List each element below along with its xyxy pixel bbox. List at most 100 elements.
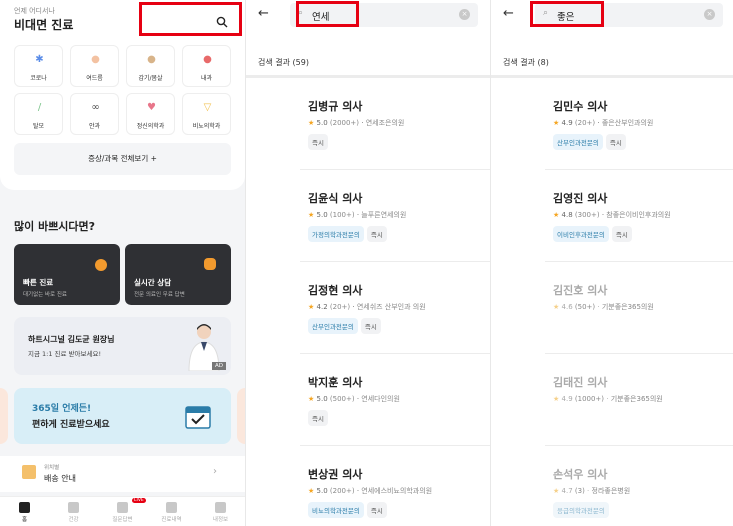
review-count: (20+): [574, 119, 596, 127]
rating-value: 4.7: [561, 487, 573, 495]
review-count: (50+): [574, 303, 596, 311]
star-icon: ★: [308, 211, 317, 219]
doctor-card[interactable]: 김윤식 의사 ★ 5.0 (100+) · 늘푸른연세의원 가정의학과전문의 즉시: [300, 170, 490, 262]
doctor-name: 김병규 의사: [308, 100, 363, 113]
back-arrow-icon[interactable]: ←: [258, 6, 269, 21]
rating-value: 5.0: [316, 395, 328, 403]
category-5[interactable]: ∞ 안과: [70, 93, 119, 135]
home-panel: 언제 어디서나 비대면 진료 ✱ 코로나 ● 여드름 ● 감기/몸살 ● 내과 / 탈모 ∞ 안과 ♥ 정…: [0, 0, 245, 526]
category-6[interactable]: ♥ 정신의학과: [126, 93, 175, 135]
doctor-tags: 즉시: [308, 134, 328, 150]
star-icon: ★: [308, 395, 317, 403]
doctor-card[interactable]: 김병규 의사 ★ 5.0 (2000+) · 연세조은의원즉시: [300, 78, 490, 170]
tab-3[interactable]: 진료내역: [147, 497, 196, 526]
star-icon: ★: [308, 303, 317, 311]
urology-icon: ▽: [203, 102, 212, 113]
lungs-icon: ●: [203, 54, 212, 65]
tab-label: 내정보: [212, 517, 229, 523]
doctor-ad-banner[interactable]: 하트시그널 김도균 원장님 지금 1:1 진료 받아보세요! AD: [14, 317, 231, 375]
delivery-label: 위치별: [44, 465, 60, 471]
chat-card-desc: 전문 의료인 무료 답변: [134, 292, 185, 298]
anytime-banner[interactable]: 365일 언제든! 편하게 진료받으세요: [14, 388, 231, 444]
tab-label: 질문답변: [112, 517, 133, 523]
doctor-ad-line1: 하트시그널 김도균 원장님: [28, 335, 115, 344]
doctor-rating-row: ★ 4.9 (20+) · 좋은산부인과의원: [553, 118, 653, 128]
result-count: 검색 결과 (8): [503, 58, 549, 67]
doctor-card[interactable]: 손석우 의사 ★ 4.7 (3) · 정라좋은병원 응급의학과전문의: [545, 446, 733, 526]
doctor-card[interactable]: 변상권 의사 ★ 5.0 (200+) · 연세에스비뇨의학과의원 비뇨의학과전문의…: [300, 446, 490, 526]
doctor-rating-row: ★ 5.0 (500+) · 연세다인의원: [308, 394, 400, 404]
delivery-title: 배송 안내: [44, 474, 76, 483]
doctor-tag: 즉시: [360, 318, 381, 334]
virus-icon: ✱: [35, 54, 44, 65]
search-panel-1: ← ⌕ 연세 × 검색 결과 (59) 김병규 의사 ★ 5.0 (2000+) …: [245, 0, 490, 526]
tab-0[interactable]: 홈: [0, 497, 49, 526]
category-label: 정신의학과: [136, 123, 165, 130]
review-count: (2000+): [329, 119, 360, 127]
review-count: (100+): [329, 211, 355, 219]
category-0[interactable]: ✱ 코로나: [14, 45, 63, 87]
category-7[interactable]: ▽ 비뇨의학과: [182, 93, 231, 135]
doctor-rating-row: ★ 5.0 (2000+) · 연세조은의원: [308, 118, 404, 128]
category-label: 감기/몸살: [138, 75, 163, 82]
rating-value: 4.9: [561, 395, 573, 403]
chat-bubble-icon: [204, 258, 216, 270]
tab-4[interactable]: 내정보: [196, 497, 245, 526]
category-3[interactable]: ● 내과: [182, 45, 231, 87]
tab-label: 건강: [68, 517, 79, 523]
separator-dot: ·: [595, 303, 602, 311]
category-2[interactable]: ● 감기/몸살: [126, 45, 175, 87]
doctor-tags: 산부인과전문의 즉시: [553, 134, 626, 150]
back-arrow-icon[interactable]: ←: [503, 6, 514, 21]
hospital-name: 좋은산부인과의원: [601, 119, 654, 127]
doctor-card[interactable]: 박지훈 의사 ★ 5.0 (500+) · 연세다인의원 즉시: [300, 354, 490, 446]
delivery-info-row[interactable]: 위치별 배송 안내 ›: [0, 456, 245, 492]
doctor-rating-row: ★ 5.0 (100+) · 늘푸른연세의원: [308, 210, 406, 220]
doctor-rating-row: ★ 4.2 (20+) · 연세쉬즈 산부인과 의원: [308, 302, 426, 312]
doctor-card[interactable]: 김진호 의사 ★ 4.6 (50+) · 기분좋은365의원: [545, 262, 733, 354]
category-4[interactable]: / 탈모: [14, 93, 63, 135]
tab-2[interactable]: 질문답변 LIVE: [98, 497, 147, 526]
rating-value: 5.0: [316, 119, 328, 127]
clear-icon[interactable]: ×: [459, 9, 470, 20]
orange-clock-icon: [95, 259, 107, 271]
home-icon: [19, 502, 30, 513]
doctor-card[interactable]: 김태진 의사 ★ 4.9 (1000+) · 기분좋은365의원: [545, 354, 733, 446]
doctor-tag: 가정의학과전문의: [308, 226, 364, 242]
search-panel-2: ← ⌕ 좋은 × 검색 결과 (8) 김민수 의사 ★ 4.9 (20+) · 좋…: [490, 0, 733, 526]
review-count: (500+): [329, 395, 355, 403]
review-count: (20+): [329, 303, 351, 311]
query-highlight-box: [296, 1, 359, 27]
category-label: 여드름: [86, 75, 103, 82]
doctor-name: 김영진 의사: [553, 192, 608, 205]
clear-icon[interactable]: ×: [704, 9, 715, 20]
heart-head-icon: ♥: [147, 102, 156, 113]
category-1[interactable]: ● 여드름: [70, 45, 119, 87]
separator-dot: ·: [359, 119, 366, 127]
doctor-tag: 즉시: [308, 410, 328, 426]
all-categories-button[interactable]: 증상/과목 전체보기 +: [14, 143, 231, 175]
realtime-chat-card[interactable]: 실시간 상담 전문 의료인 무료 답변: [125, 244, 231, 305]
review-count: (300+): [574, 211, 600, 219]
rating-value: 4.6: [561, 303, 573, 311]
review-count: (200+): [329, 487, 355, 495]
separator-dot: ·: [350, 303, 357, 311]
history-icon: [166, 502, 177, 513]
doctor-rating-row: ★ 4.7 (3) · 정라좋은병원: [553, 486, 630, 496]
quick-consult-card[interactable]: 빠른 진료 대기없는 바로 진료: [14, 244, 120, 305]
review-count: (1000+): [574, 395, 605, 403]
doctor-card[interactable]: 김민수 의사 ★ 4.9 (20+) · 좋은산부인과의원 산부인과전문의 즉시: [545, 78, 733, 170]
category-label: 안과: [88, 123, 101, 130]
tab-label: 진료내역: [161, 517, 182, 523]
star-icon: ★: [553, 119, 562, 127]
tab-1[interactable]: 건강: [49, 497, 98, 526]
review-count: (3): [574, 487, 585, 495]
doctor-name: 김윤식 의사: [308, 192, 363, 205]
ad-badge: AD: [212, 362, 226, 370]
eye-glasses-icon: ∞: [91, 102, 100, 113]
live-badge: LIVE: [132, 498, 146, 503]
star-icon: ★: [553, 395, 562, 403]
doctor-card[interactable]: 김영진 의사 ★ 4.8 (300+) · 참좋은이비인후과의원 이비인후과전문의 즉…: [545, 170, 733, 262]
doctor-card[interactable]: 김정현 의사 ★ 4.2 (20+) · 연세쉬즈 산부인과 의원 산부인과전문의 즉…: [300, 262, 490, 354]
doctor-tag: 즉시: [366, 502, 387, 518]
